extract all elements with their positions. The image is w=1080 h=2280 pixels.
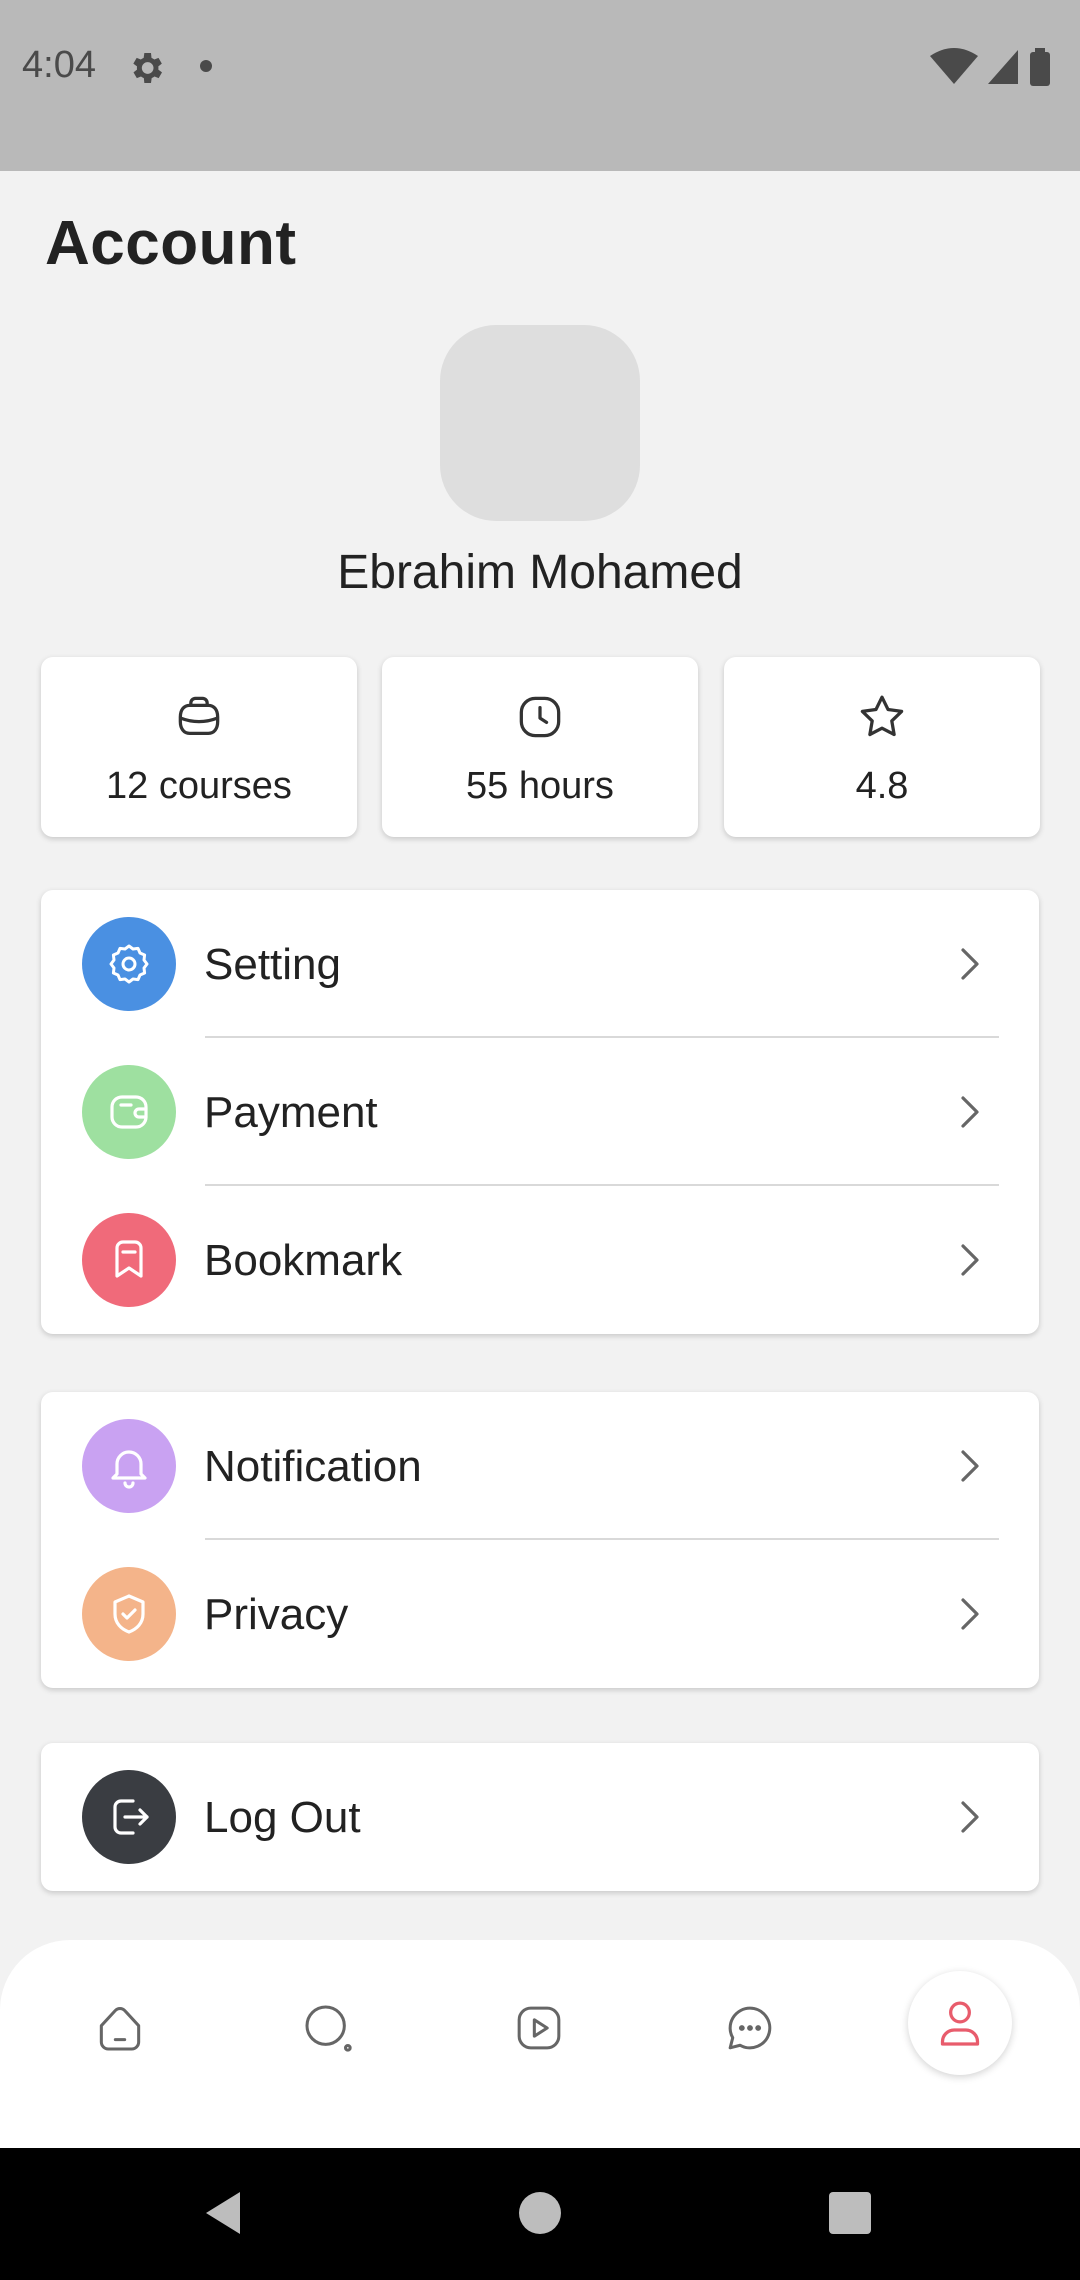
shield-check-icon [113, 1594, 145, 1634]
menu-item-payment[interactable]: Payment [41, 1038, 1039, 1186]
nav-chat[interactable] [700, 1978, 800, 2078]
search-icon [305, 2005, 352, 2052]
recents-icon[interactable] [829, 2192, 871, 2234]
menu-item-bookmark[interactable]: Bookmark [41, 1186, 1039, 1334]
user-name: Ebrahim Mohamed [337, 546, 743, 599]
back-icon[interactable] [200, 2188, 250, 2238]
home-button-icon[interactable] [519, 2192, 561, 2234]
stat-rating-label: 4.8 [855, 765, 909, 807]
bookmark-icon [115, 1240, 143, 1278]
wifi-icon [930, 48, 978, 84]
payment-icon-badge [82, 1065, 176, 1159]
nav-videos[interactable] [489, 1978, 589, 2078]
menu-label-bookmark: Bookmark [204, 1236, 403, 1285]
signal-icon [988, 50, 1018, 84]
gear-icon [109, 944, 149, 984]
stat-card-courses: 12 courses [41, 657, 357, 837]
setting-icon-badge [82, 917, 176, 1011]
menu-label-logout: Log Out [204, 1793, 361, 1842]
avatar[interactable] [440, 325, 640, 521]
logout-icon [113, 1799, 149, 1835]
bookmark-icon-badge [82, 1213, 176, 1307]
battery-icon [1030, 52, 1050, 86]
bottom-nav [0, 1940, 1080, 2148]
chevron-right-icon [961, 1801, 979, 1833]
stat-card-hours: 55 hours [382, 657, 698, 837]
chevron-right-icon [961, 948, 979, 980]
menu-item-privacy[interactable]: Privacy [41, 1540, 1039, 1688]
status-bar: 4:04 [0, 0, 1080, 171]
menu-item-notification[interactable]: Notification [41, 1392, 1039, 1540]
system-nav-bar [0, 2148, 1080, 2280]
stat-card-rating: 4.8 [724, 657, 1040, 837]
profile-icon [940, 2001, 980, 2046]
privacy-icon-badge [82, 1567, 176, 1661]
menu-label-notification: Notification [204, 1442, 422, 1491]
menu-label-setting: Setting [204, 940, 341, 989]
star-icon [860, 695, 904, 737]
nav-profile[interactable] [908, 1971, 1012, 2075]
nav-home[interactable] [70, 1978, 170, 2078]
page-title: Account [45, 209, 297, 278]
status-time: 4:04 [22, 44, 96, 86]
menu-item-logout[interactable]: Log Out [41, 1743, 1039, 1891]
chevron-right-icon [961, 1244, 979, 1276]
menu-label-privacy: Privacy [204, 1590, 349, 1639]
nav-search[interactable] [278, 1978, 378, 2078]
chevron-right-icon [961, 1450, 979, 1482]
wallet-icon [110, 1095, 148, 1129]
bell-icon [111, 1450, 147, 1489]
menu-label-payment: Payment [204, 1088, 378, 1137]
chevron-right-icon [961, 1598, 979, 1630]
notification-icon-badge [82, 1419, 176, 1513]
stat-courses-label: 12 courses [106, 765, 292, 807]
stat-hours-label: 55 hours [466, 765, 614, 807]
chevron-right-icon [961, 1096, 979, 1128]
play-icon [517, 2006, 561, 2050]
briefcase-icon [178, 696, 220, 735]
logout-icon-badge [82, 1770, 176, 1864]
menu-item-setting[interactable]: Setting [41, 890, 1039, 1038]
menu-group-session: Log Out [41, 1743, 1039, 1891]
system-status-icons [930, 48, 1050, 86]
chat-icon [728, 2006, 772, 2050]
menu-group-preferences: Notification Privacy [41, 1392, 1039, 1688]
menu-group-account: Setting Payment Bookmark [41, 890, 1039, 1334]
home-icon [99, 2007, 141, 2051]
notification-dot-icon [200, 60, 212, 72]
clock-icon [519, 696, 561, 738]
settings-status-icon [133, 53, 162, 83]
